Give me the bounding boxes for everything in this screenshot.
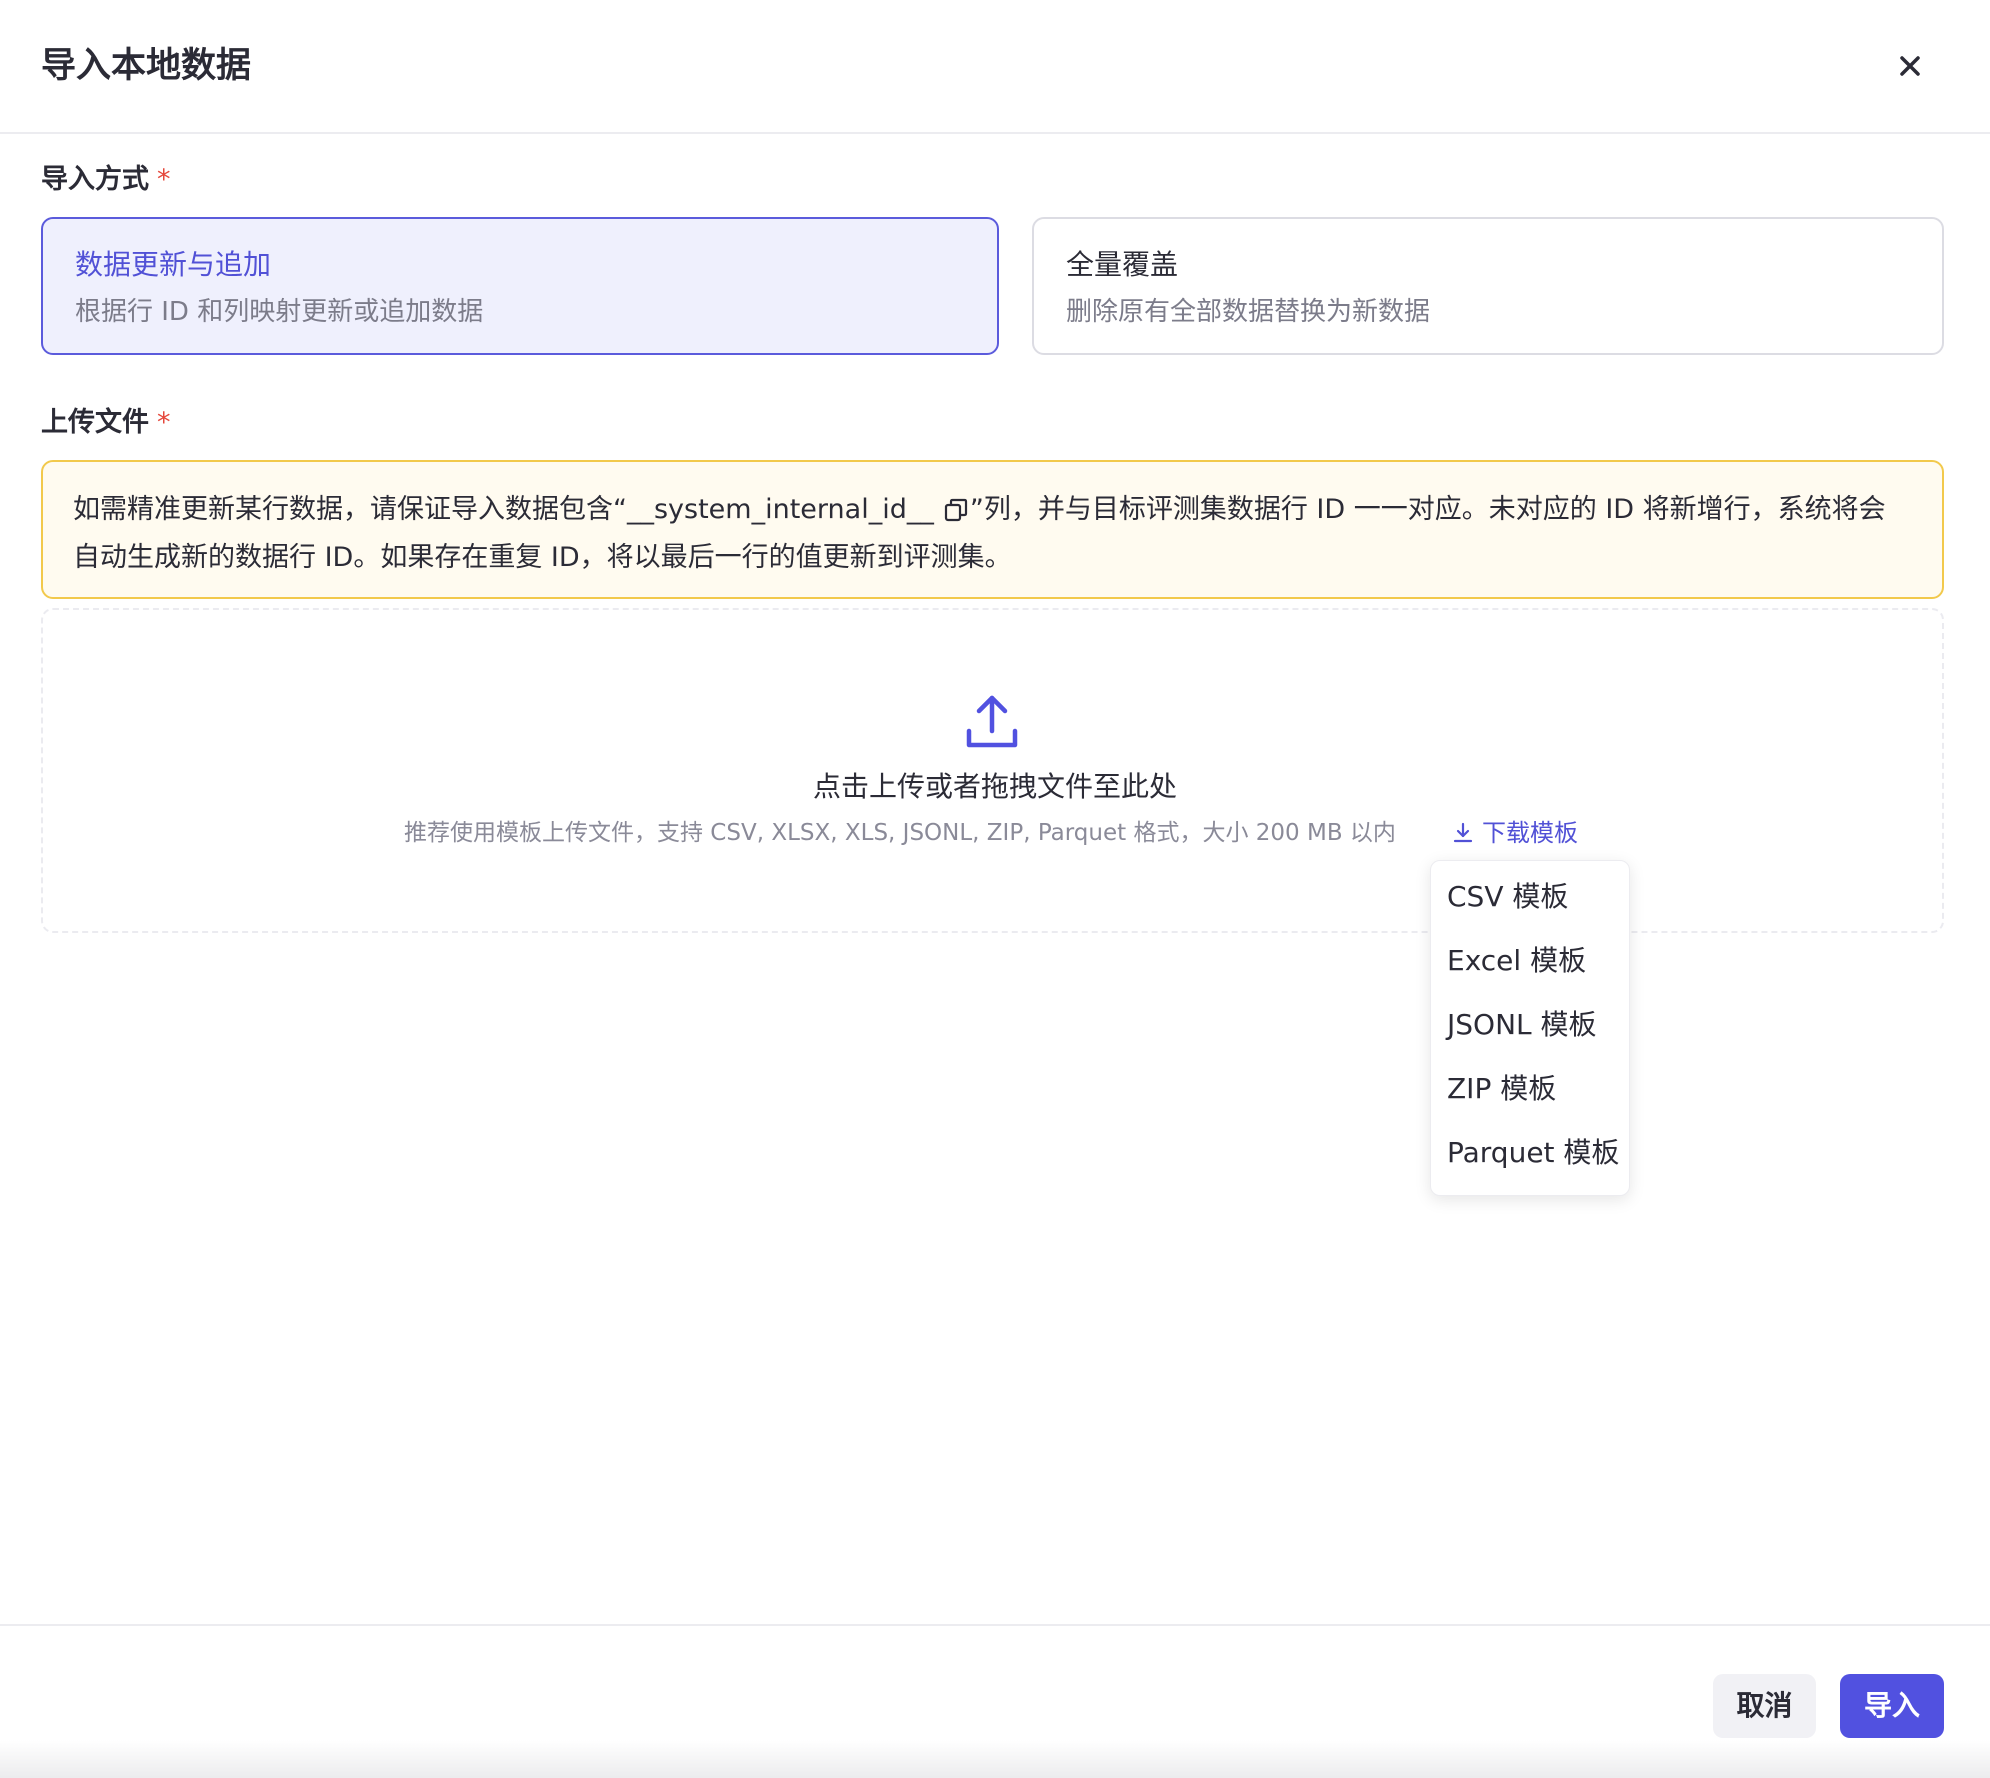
copy-icon[interactable] (944, 492, 968, 536)
menu-item-parquet-template[interactable]: Parquet 模板 (1447, 1133, 1619, 1173)
menu-item-excel-template[interactable]: Excel 模板 (1447, 941, 1586, 981)
option-description: 删除原有全部数据替换为新数据 (1066, 297, 1431, 327)
dialog-title: 导入本地数据 (41, 46, 252, 86)
cancel-button[interactable]: 取消 (1713, 1674, 1816, 1738)
option-title: 全量覆盖 (1066, 248, 1179, 281)
option-update-append[interactable]: 数据更新与追加 根据行 ID 和列映射更新或追加数据 (41, 217, 999, 355)
import-local-data-dialog: 导入本地数据 导入方式 * 数据更新与追加 根据行 ID 和列映射更新或追加数据 … (0, 0, 1990, 1778)
import-mode-label: 导入方式 * (41, 162, 171, 198)
notice-text-before: 如需精准更新某行数据，请保证导入数据包含“__system_internal_i… (73, 494, 934, 525)
footer-divider (0, 1624, 1990, 1626)
option-title: 数据更新与追加 (75, 248, 272, 281)
menu-item-zip-template[interactable]: ZIP 模板 (1447, 1069, 1556, 1109)
bottom-shadow (0, 1740, 1990, 1778)
close-icon (1900, 56, 1920, 76)
import-button[interactable]: 导入 (1840, 1674, 1944, 1738)
option-description: 根据行 ID 和列映射更新或追加数据 (75, 297, 484, 327)
import-mode-label-text: 导入方式 (41, 164, 149, 195)
required-mark: * (157, 407, 171, 438)
download-template-link[interactable]: 下载模板 (1452, 816, 1578, 850)
download-icon (1453, 822, 1473, 843)
menu-item-jsonl-template[interactable]: JSONL 模板 (1447, 1005, 1597, 1045)
close-button[interactable] (1890, 46, 1930, 86)
menu-item-csv-template[interactable]: CSV 模板 (1447, 877, 1568, 917)
dialog-header: 导入本地数据 (0, 0, 1990, 134)
upload-file-label-text: 上传文件 (41, 407, 149, 438)
option-full-overwrite[interactable]: 全量覆盖 删除原有全部数据替换为新数据 (1032, 217, 1944, 355)
download-template-label: 下载模板 (1482, 819, 1578, 847)
dropzone-title: 点击上传或者拖拽文件至此处 (812, 770, 1177, 803)
required-mark: * (157, 164, 171, 195)
id-mapping-notice: 如需精准更新某行数据，请保证导入数据包含“__system_internal_i… (41, 460, 1944, 599)
upload-icon (966, 695, 1018, 748)
template-dropdown-menu: CSV 模板 Excel 模板 JSONL 模板 ZIP 模板 Parquet … (1430, 860, 1630, 1196)
dropzone-hint: 推荐使用模板上传文件，支持 CSV, XLSX, XLS, JSONL, ZIP… (404, 820, 1396, 846)
upload-file-label: 上传文件 * (41, 405, 171, 441)
